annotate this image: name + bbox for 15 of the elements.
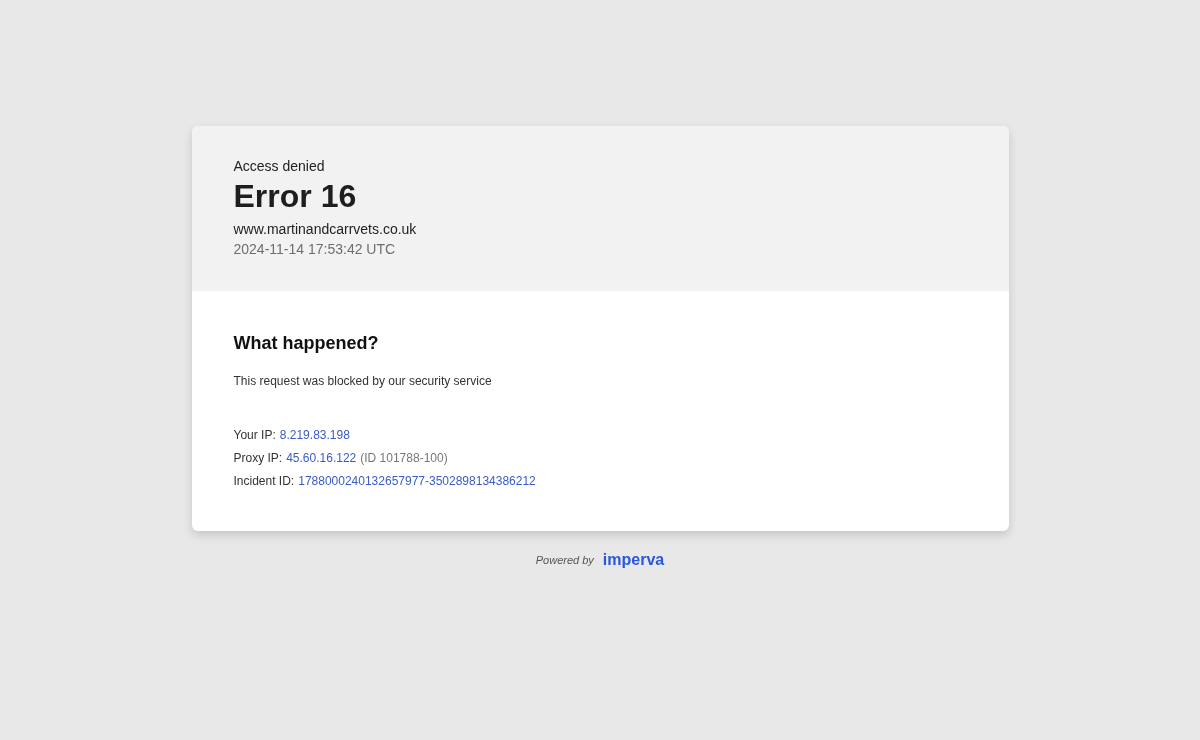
detail-link[interactable]: 8.219.83.198	[279, 424, 350, 447]
detail-label: Your IP:	[233, 427, 276, 444]
subtitle: Access denied	[233, 158, 326, 174]
message-text: This request was blocked by our security service	[233, 374, 493, 388]
error-title: Error 16	[233, 178, 358, 215]
powered-by-text: Powered by	[535, 554, 594, 566]
host-name: www.martinandcarrvets.co.uk	[233, 221, 418, 237]
detail-label: Proxy IP:	[233, 450, 283, 467]
detail-label: Incident ID:	[233, 473, 295, 490]
timestamp: 2024-11-14 17:53:42 UTC	[233, 241, 397, 257]
detail-note: (ID 101788-100)	[360, 450, 448, 467]
detail-link[interactable]: 45.60.16.122	[286, 447, 357, 470]
section-heading: What happened?	[233, 333, 380, 354]
detail-link[interactable]: 1788000240132657977-3502898134386212	[298, 470, 536, 493]
brand-logo[interactable]: imperva	[602, 551, 665, 569]
